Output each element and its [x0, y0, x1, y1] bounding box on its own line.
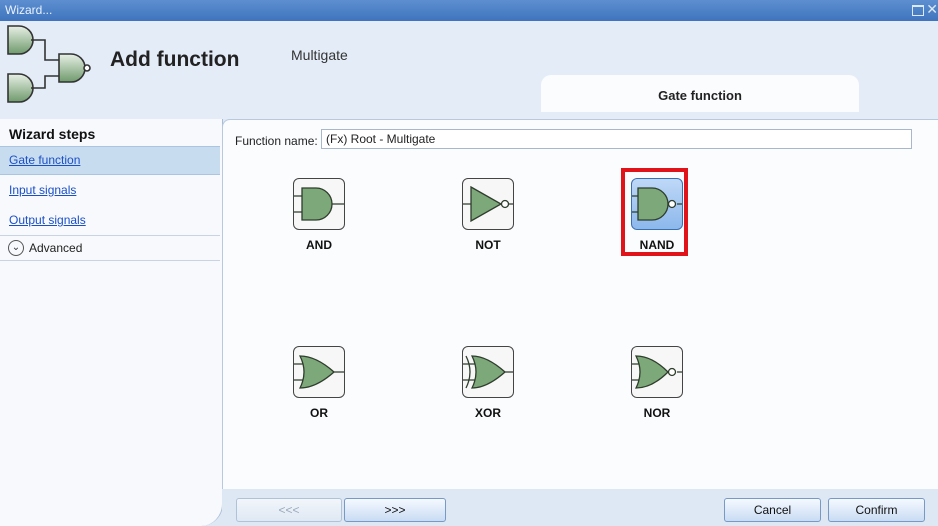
gate-option-nor[interactable]: NOR — [621, 346, 693, 420]
wizard-steps-heading: Wizard steps — [9, 126, 96, 142]
step-input-signals[interactable]: Input signals — [0, 177, 220, 204]
next-button[interactable]: >>> — [344, 498, 446, 522]
step-output-signals[interactable]: Output signals — [0, 207, 220, 234]
function-name-input[interactable] — [321, 129, 912, 149]
tab-gate-function[interactable]: Gate function — [541, 75, 859, 112]
step-output-signals-link[interactable]: Output signals — [9, 213, 86, 227]
or-gate-icon[interactable] — [293, 346, 345, 398]
gate-label-not: NOT — [475, 238, 501, 252]
nor-gate-icon[interactable] — [631, 346, 683, 398]
step-input-signals-link[interactable]: Input signals — [9, 183, 76, 197]
chevron-down-icon[interactable]: ⌄ — [8, 240, 24, 256]
gate-option-or[interactable]: OR — [283, 346, 355, 420]
confirm-button[interactable]: Confirm — [828, 498, 925, 522]
wizard-steps-panel: Wizard steps Gate function Input signals… — [0, 119, 223, 526]
multigate-logo-icon — [7, 25, 91, 103]
gate-label-nor: NOR — [643, 406, 671, 420]
gate-label-and: AND — [306, 238, 332, 252]
function-name-label: Function name: — [235, 134, 318, 148]
page-title: Add function — [110, 48, 240, 71]
xor-gate-icon[interactable] — [462, 346, 514, 398]
close-icon[interactable]: ✕ — [926, 1, 938, 18]
wizard-footer: <<< >>> Cancel Confirm — [222, 489, 938, 526]
gate-option-not[interactable]: NOT — [452, 178, 524, 252]
selection-highlight-box — [621, 168, 688, 256]
gate-label-xor: XOR — [474, 406, 501, 420]
title-bar: Wizard... ✕ — [0, 0, 938, 21]
window-title: Wizard... — [5, 3, 53, 17]
step-gate-function-link[interactable]: Gate function — [9, 153, 80, 167]
advanced-expander[interactable]: ⌄ Advanced — [0, 235, 220, 261]
step-gate-function[interactable]: Gate function — [0, 146, 220, 175]
gate-option-and[interactable]: AND — [283, 178, 355, 252]
maximize-icon[interactable] — [912, 5, 924, 16]
previous-button[interactable]: <<< — [236, 498, 342, 522]
gate-option-xor[interactable]: XOR — [452, 346, 524, 420]
wizard-header: Add function Multigate Gate function — [0, 21, 938, 119]
gate-function-panel: Function name: AND NOT NAND — [222, 119, 938, 490]
and-gate-icon[interactable] — [293, 178, 345, 230]
gate-label-or: OR — [310, 406, 328, 420]
advanced-label[interactable]: Advanced — [29, 241, 82, 255]
page-subtitle: Multigate — [291, 47, 348, 63]
not-gate-icon[interactable] — [462, 178, 514, 230]
cancel-button[interactable]: Cancel — [724, 498, 821, 522]
